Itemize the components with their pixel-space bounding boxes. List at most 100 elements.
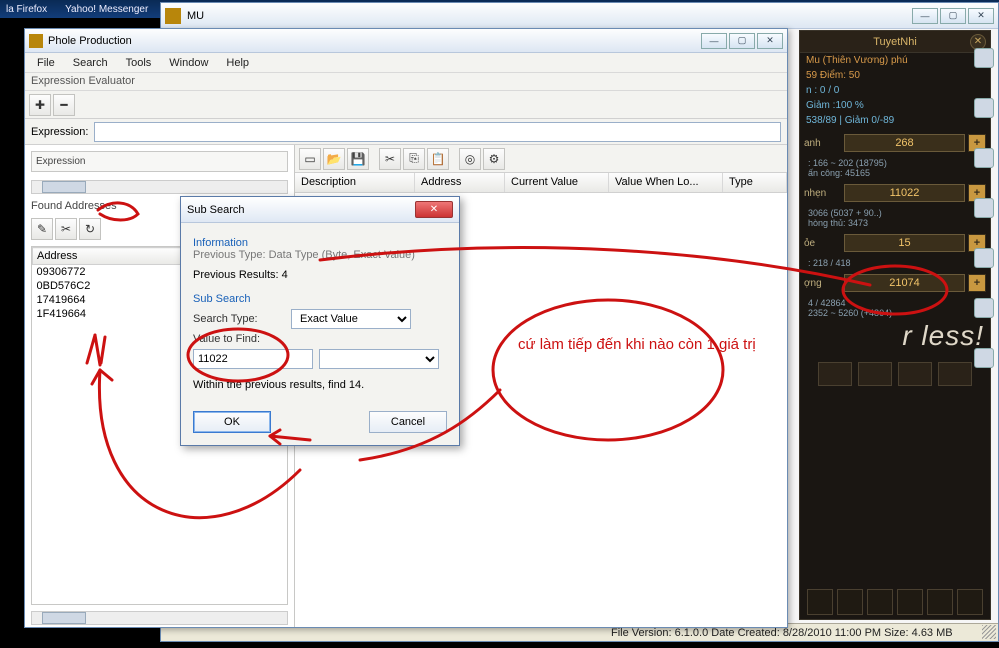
tab-button[interactable] — [938, 362, 972, 386]
col-address[interactable]: Address — [33, 248, 193, 265]
cell-address: 09306772 — [33, 265, 193, 280]
dialog-title: Sub Search — [187, 204, 244, 216]
expression-box: Expression — [31, 151, 288, 172]
stat-label: nhẹn — [804, 188, 844, 199]
expression-header: Expression — [36, 156, 283, 167]
value-input[interactable] — [193, 349, 313, 369]
watermark-text: r less! — [800, 318, 990, 354]
add-button[interactable]: ✚ — [29, 94, 51, 116]
close-button[interactable]: ✕ — [968, 8, 994, 24]
horizontal-scrollbar[interactable] — [31, 611, 288, 625]
col-address[interactable]: Address — [415, 173, 505, 192]
col-value-when[interactable]: Value When Lo... — [609, 173, 723, 192]
col-type[interactable]: Type — [723, 173, 787, 192]
run-icon[interactable]: ◎ — [459, 148, 481, 170]
class-label: Mu (Thiên Vương) phú — [800, 53, 990, 68]
ok-button[interactable]: OK — [193, 411, 271, 433]
close-icon[interactable]: ✕ — [415, 201, 453, 218]
right-toolbar — [969, 48, 999, 368]
stat-row: Giảm :100 % — [800, 98, 990, 113]
mu-title: MU — [187, 10, 204, 22]
taskbar-item[interactable]: la Firefox — [6, 4, 47, 15]
inventory-slot[interactable] — [927, 589, 953, 615]
inventory-slot[interactable] — [957, 589, 983, 615]
stat-row: 538/89 | Giảm 0/-89 — [800, 113, 990, 128]
subheader: Expression Evaluator — [25, 73, 787, 91]
taskbar-item[interactable]: Yahoo! Messenger — [65, 4, 148, 15]
new-icon[interactable]: ▭ — [299, 148, 321, 170]
col-description[interactable]: Description — [295, 173, 415, 192]
phole-title-text: Phole Production — [48, 35, 132, 47]
open-icon[interactable]: 📂 — [323, 148, 345, 170]
stat-sub: : 166 ~ 202 (18795) — [800, 158, 990, 168]
refresh-icon[interactable]: ↻ — [79, 218, 101, 240]
secondary-select[interactable] — [319, 349, 439, 369]
cut-icon[interactable]: ✂ — [379, 148, 401, 170]
panel-title[interactable]: TuyetNhi ✕ — [800, 31, 990, 53]
wand-icon[interactable]: ✎ — [31, 218, 53, 240]
menu-search[interactable]: Search — [65, 55, 116, 71]
panel-tabs — [800, 362, 990, 386]
menu-file[interactable]: File — [29, 55, 63, 71]
stat-value: 268 — [844, 134, 965, 152]
inventory-slot[interactable] — [867, 589, 893, 615]
mu-status-text: File Version: 6.1.0.0 Date Created: 8/28… — [611, 627, 953, 639]
maximize-button[interactable]: ▢ — [940, 8, 966, 24]
mu-app-icon — [165, 8, 181, 24]
rail-button[interactable] — [974, 148, 994, 168]
prev-type-text: Previous Type: Data Type (Byte, Exact Va… — [193, 249, 447, 261]
save-icon[interactable]: 💾 — [347, 148, 369, 170]
cancel-button[interactable]: Cancel — [369, 411, 447, 433]
stat-sub: : 218 / 418 — [800, 258, 990, 268]
inventory-slot[interactable] — [897, 589, 923, 615]
stat-row: ỏe 15 + — [804, 234, 986, 252]
menu-bar: File Search Tools Window Help — [25, 53, 787, 73]
stat-value: 15 — [844, 234, 965, 252]
menu-help[interactable]: Help — [218, 55, 257, 71]
horizontal-scrollbar[interactable] — [31, 180, 288, 194]
remove-button[interactable]: ━ — [53, 94, 75, 116]
cell-address: 1F419664 — [33, 307, 193, 321]
close-button[interactable]: ✕ — [757, 33, 783, 49]
mu-titlebar[interactable]: MU — ▢ ✕ — [161, 3, 998, 29]
filter-icon[interactable]: ✂ — [55, 218, 77, 240]
tab-button[interactable] — [818, 362, 852, 386]
inventory-slot[interactable] — [837, 589, 863, 615]
minimize-button[interactable]: — — [912, 8, 938, 24]
main-toolbar: ▭ 📂 💾 ✂ ⎘ 📋 ◎ ⚙ — [295, 145, 787, 173]
stat-row: n : 0 / 0 — [800, 83, 990, 98]
minimize-button[interactable]: — — [701, 33, 727, 49]
expression-input[interactable] — [94, 122, 781, 142]
stat-label: ợng — [804, 278, 844, 289]
rail-button[interactable] — [974, 248, 994, 268]
cell-address: 0BD576C2 — [33, 279, 193, 293]
stat-sub: ấn công: 45165 — [800, 168, 990, 178]
inventory-slot[interactable] — [807, 589, 833, 615]
expression-bar: Expression: — [25, 119, 787, 145]
dialog-titlebar[interactable]: Sub Search ✕ — [181, 197, 459, 223]
resize-grip-icon[interactable] — [982, 625, 996, 639]
rail-button[interactable] — [974, 348, 994, 368]
tab-button[interactable] — [858, 362, 892, 386]
rail-button[interactable] — [974, 198, 994, 218]
rail-button[interactable] — [974, 48, 994, 68]
subsearch-header: Sub Search — [193, 293, 447, 305]
prev-results-text: Previous Results: 4 — [193, 269, 447, 281]
tab-button[interactable] — [898, 362, 932, 386]
maximize-button[interactable]: ▢ — [729, 33, 755, 49]
rail-button[interactable] — [974, 98, 994, 118]
sub-search-dialog: Sub Search ✕ Information Previous Type: … — [180, 196, 460, 446]
rail-button[interactable] — [974, 298, 994, 318]
phole-titlebar[interactable]: Phole Production — ▢ ✕ — [25, 29, 787, 53]
copy-icon[interactable]: ⎘ — [403, 148, 425, 170]
stat-sub: 4 / 42864 — [800, 298, 990, 308]
stat-label: ỏe — [804, 238, 844, 249]
gear-icon[interactable]: ⚙ — [483, 148, 505, 170]
search-type-select[interactable]: Exact Value — [291, 309, 411, 329]
menu-tools[interactable]: Tools — [118, 55, 160, 71]
stat-row: anh 268 + — [804, 134, 986, 152]
menu-window[interactable]: Window — [161, 55, 216, 71]
col-current-value[interactable]: Current Value — [505, 173, 609, 192]
stat-value: 21074 — [844, 274, 965, 292]
paste-icon[interactable]: 📋 — [427, 148, 449, 170]
